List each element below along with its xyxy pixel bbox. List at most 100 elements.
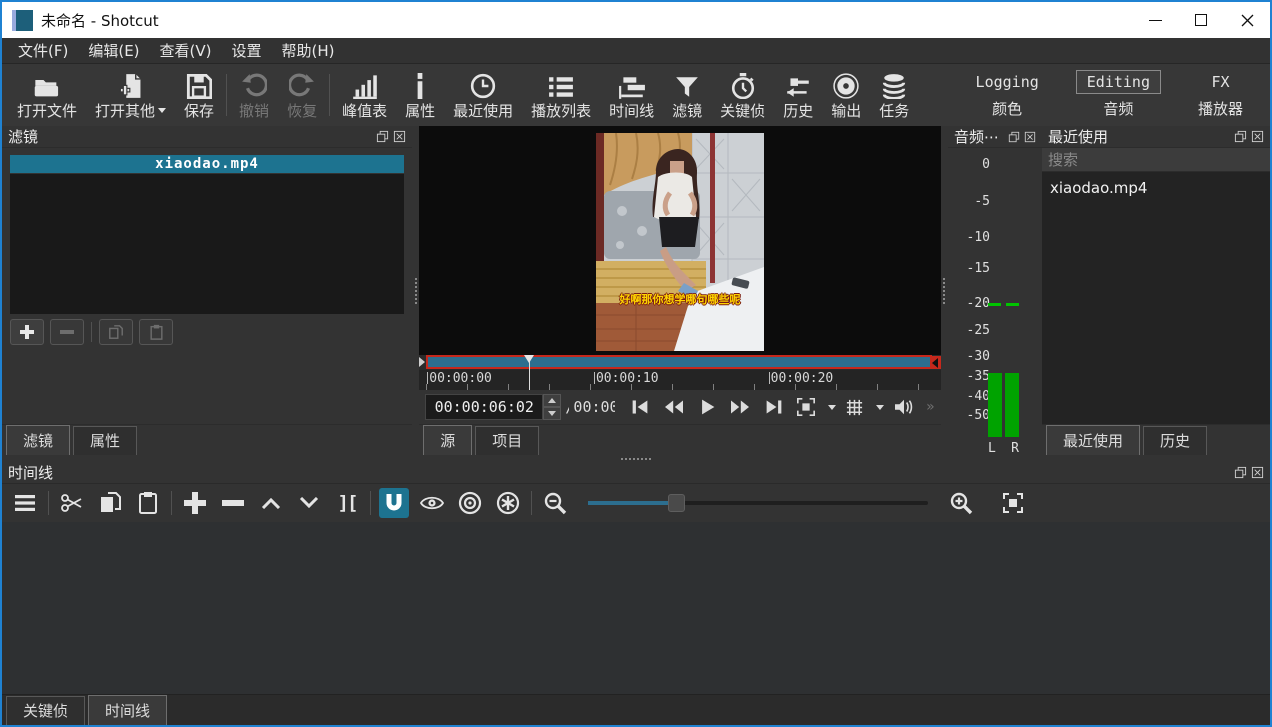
tab-recent[interactable]: 最近使用 [1046, 425, 1140, 455]
ripple-markers-button[interactable] [493, 488, 523, 518]
paste-button[interactable] [133, 488, 163, 518]
layout-color[interactable]: 颜色 [981, 95, 1033, 122]
scrubber-range[interactable] [426, 355, 931, 369]
save-button[interactable]: 保存 [175, 66, 223, 124]
layout-logging[interactable]: Logging [965, 70, 1050, 94]
zoom-slider-handle[interactable] [668, 494, 685, 512]
db-tick: -40 [960, 389, 990, 404]
layout-player[interactable]: 播放器 [1187, 95, 1254, 122]
menu-help[interactable]: 帮助(H) [272, 38, 345, 63]
layout-editing[interactable]: Editing [1076, 70, 1161, 94]
float-panel-icon[interactable] [1234, 130, 1247, 143]
recent-item[interactable]: xiaodao.mp4 [1048, 176, 1264, 200]
rewind-button[interactable] [659, 398, 689, 416]
tab-project[interactable]: 项目 [475, 426, 539, 455]
remove-filter-button[interactable] [50, 319, 84, 345]
filter-list[interactable] [10, 174, 404, 314]
ripple-all-tracks-button[interactable] [455, 488, 485, 518]
volume-button[interactable] [890, 398, 918, 416]
lift-button[interactable] [256, 488, 286, 518]
menu-view[interactable]: 查看(V) [150, 38, 222, 63]
timecode-decrement-button[interactable] [543, 407, 561, 420]
jobs-button[interactable]: 任务 [870, 66, 918, 124]
properties-button[interactable]: 属性 [396, 66, 444, 124]
menu-file[interactable]: 文件(F) [8, 38, 78, 63]
copy-button[interactable] [95, 488, 125, 518]
layout-fx[interactable]: FX [1200, 70, 1240, 94]
play-button[interactable] [695, 398, 719, 416]
fast-forward-button[interactable] [725, 398, 755, 416]
grid-button[interactable] [842, 398, 867, 417]
timeline-zoom-slider[interactable] [588, 501, 928, 505]
close-panel-icon[interactable] [393, 130, 406, 143]
copy-filters-button[interactable] [99, 319, 133, 345]
close-panel-icon[interactable] [1024, 131, 1036, 143]
split-button[interactable]: ][ [332, 488, 362, 518]
float-panel-icon[interactable] [1008, 131, 1020, 143]
recent-button[interactable]: 最近使用 [444, 66, 522, 124]
redo-button[interactable]: 恢复 [278, 66, 326, 124]
zoom-in-button[interactable] [946, 488, 976, 518]
player-zoom-button[interactable] [793, 397, 819, 417]
float-panel-icon[interactable] [1234, 466, 1247, 479]
skip-to-end-button[interactable] [761, 398, 787, 416]
timecode-increment-button[interactable] [543, 394, 561, 407]
close-panel-icon[interactable] [1251, 466, 1264, 479]
menu-edit[interactable]: 编辑(E) [78, 38, 149, 63]
open-other-button[interactable]: 打开其他 [86, 66, 175, 124]
undo-button[interactable]: 撤销 [230, 66, 278, 124]
tab-history[interactable]: 历史 [1143, 426, 1207, 455]
keyframes-button[interactable]: 关键侦 [711, 66, 774, 124]
vertical-splitter[interactable] [412, 126, 419, 455]
minus-icon [60, 329, 74, 335]
minimize-button[interactable] [1132, 2, 1178, 38]
menu-settings[interactable]: 设置 [222, 38, 272, 63]
skip-to-start-button[interactable] [627, 398, 653, 416]
zoom-out-button[interactable] [540, 488, 570, 518]
tab-source[interactable]: 源 [423, 425, 472, 455]
playlist-button[interactable]: 播放列表 [522, 66, 600, 124]
recent-search-input[interactable] [1042, 148, 1270, 172]
history-button[interactable]: 历史 [774, 66, 822, 124]
out-point-marker-icon[interactable] [932, 356, 941, 369]
maximize-icon [1195, 14, 1207, 26]
ripple-delete-button[interactable] [218, 488, 248, 518]
tab-timeline[interactable]: 时间线 [88, 695, 167, 725]
peak-meter-button[interactable]: 峰值表 [333, 66, 396, 124]
scrub-while-dragging-button[interactable] [417, 488, 447, 518]
clock-icon [470, 69, 496, 99]
db-tick: -15 [960, 261, 990, 276]
timeline-tracks-area[interactable] [2, 522, 1270, 694]
float-panel-icon[interactable] [376, 130, 389, 143]
in-point-marker-icon[interactable] [419, 357, 425, 367]
timeline-menu-button[interactable] [10, 488, 40, 518]
layout-audio[interactable]: 音频 [1092, 95, 1144, 122]
recent-dock-tabs: 最近使用 历史 [1042, 424, 1270, 455]
scrubber[interactable] [419, 355, 940, 370]
export-button[interactable]: 输出 [822, 66, 870, 124]
vertical-splitter[interactable] [941, 126, 948, 455]
tab-properties[interactable]: 属性 [73, 426, 137, 455]
cut-button[interactable] [57, 488, 87, 518]
close-button[interactable] [1224, 2, 1270, 38]
zoom-fit-button[interactable] [998, 488, 1028, 518]
open-file-button[interactable]: 打开文件 [8, 66, 86, 124]
playhead[interactable] [529, 355, 530, 390]
toolbar-overflow-chevron[interactable]: » [926, 399, 935, 415]
tab-keyframes[interactable]: 关键侦 [6, 696, 85, 725]
maximize-button[interactable] [1178, 2, 1224, 38]
append-button[interactable] [180, 488, 210, 518]
snap-toggle-button[interactable] [379, 488, 409, 518]
filters-button[interactable]: 滤镜 [663, 66, 711, 124]
grid-dropdown-icon[interactable] [876, 405, 884, 410]
tab-filters[interactable]: 滤镜 [6, 425, 70, 455]
position-timecode-input[interactable] [425, 394, 543, 420]
timeline-button[interactable]: 时间线 [600, 66, 663, 124]
close-panel-icon[interactable] [1251, 130, 1264, 143]
zoom-dropdown-icon[interactable] [828, 405, 836, 410]
plus-icon [184, 492, 206, 514]
overwrite-button[interactable] [294, 488, 324, 518]
paste-filters-button[interactable] [139, 319, 173, 345]
add-filter-button[interactable] [10, 319, 44, 345]
horizontal-splitter[interactable] [2, 455, 1270, 462]
